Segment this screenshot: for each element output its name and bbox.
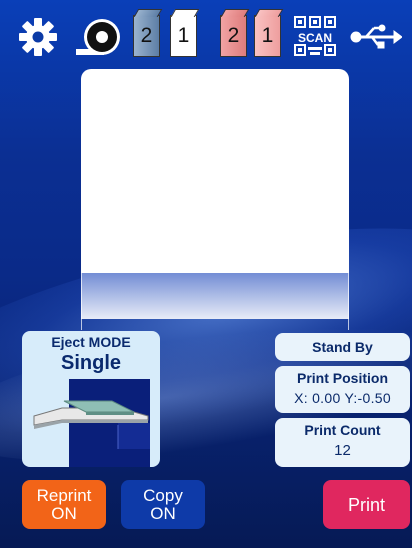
copy-toggle-button[interactable]: Copy ON [121,480,205,529]
cartridge-icon[interactable]: 2 [220,15,247,57]
print-position-box[interactable]: Print Position X: 0.00 Y:-0.50 [275,366,410,413]
cartridge-label: 2 [140,24,153,47]
cartridge-label: 2 [227,24,240,47]
eject-mode-panel[interactable]: Eject MODE Single [22,331,160,467]
status-standby: Stand By [275,333,410,361]
ribbon-tape-icon[interactable] [76,18,122,58]
cartridge-icon[interactable]: 2 [133,15,160,57]
cartridge-icon[interactable]: 1 [170,15,197,57]
scan-icon[interactable]: SCAN [293,15,337,57]
cartridge-label: 1 [261,24,274,47]
cartridge-icon[interactable]: 1 [254,15,281,57]
print-button[interactable]: Print [323,480,410,529]
cartridge-label: 1 [177,24,190,47]
print-position-value: X: 0.00 Y:-0.50 [294,390,391,406]
print-count-box: Print Count 12 [275,418,410,467]
print-count-value: 12 [334,442,351,459]
eject-mode-value: Single [60,352,121,374]
usb-icon [350,24,402,49]
printer-screen: 2 1 2 1 SCAN Eject MODE Single Stand By … [0,0,412,548]
card-preview-edge [81,273,349,330]
copy-label: Copy [143,485,183,505]
reprint-state: ON [51,503,77,523]
reprint-toggle-button[interactable]: Reprint ON [22,480,106,529]
gear-icon[interactable] [18,17,58,57]
reprint-label: Reprint [36,485,92,505]
eject-mode-title: Eject MODE [51,334,131,350]
copy-state: ON [150,503,176,523]
scan-label: SCAN [298,31,332,45]
print-count-label: Print Count [304,422,381,438]
print-label: Print [347,494,385,515]
eject-tray-icon [33,379,150,467]
print-position-label: Print Position [297,370,388,386]
